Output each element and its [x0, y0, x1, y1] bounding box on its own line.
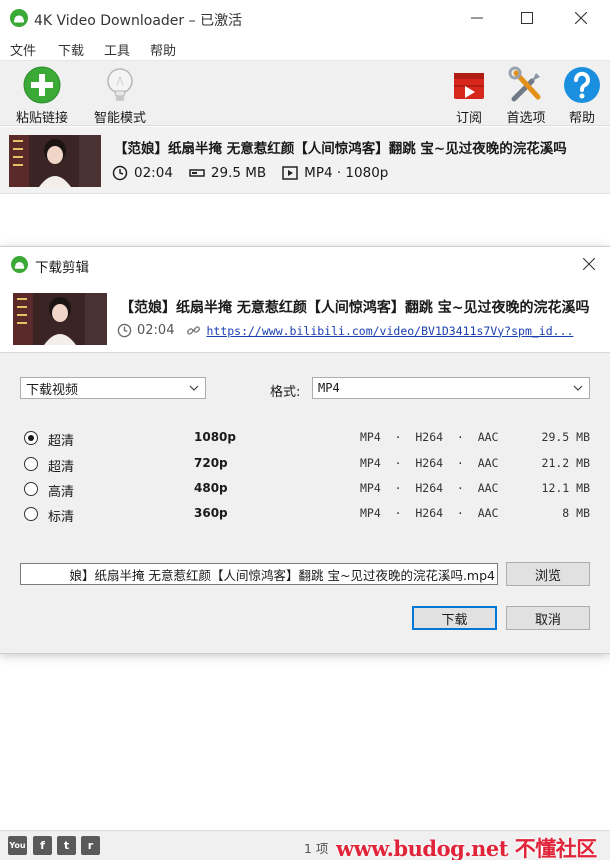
quality-radio[interactable] [24, 457, 38, 471]
download-button[interactable]: 下载 [412, 606, 497, 630]
clock-icon [117, 323, 132, 338]
menu-tools[interactable]: 工具 [104, 40, 130, 59]
thumbnail-image [9, 135, 101, 187]
quality-radio[interactable] [24, 482, 38, 496]
chevron-down-icon [189, 385, 199, 391]
close-icon [583, 258, 595, 270]
help-button[interactable]: 帮助 [545, 65, 610, 126]
smart-mode-button[interactable]: 智能模式 [83, 65, 157, 126]
app-logo-icon [10, 9, 28, 27]
lightbulb-icon [107, 68, 133, 101]
quality-label: 高清 [48, 485, 75, 500]
quality-radio[interactable] [24, 431, 38, 445]
maximize-icon [521, 12, 533, 24]
download-meta: 02:04 29.5 MB MP4 · 1080p [112, 165, 388, 181]
link-icon [187, 326, 201, 335]
help-label: 帮助 [568, 111, 595, 126]
download-size: 29.5 MB [210, 165, 267, 181]
codec-label: MP4 · H264 · AAC [360, 456, 499, 470]
save-path-value: 娘】纸扇半掩 无意惹红颜【人间惊鸿客】翻跳 宝~见过夜晚的浣花溪吗.mp4 [69, 567, 495, 583]
download-format: MP4 · 1080p [304, 165, 389, 181]
quality-label: 超清 [48, 460, 75, 475]
minimize-icon [471, 17, 483, 19]
video-thumbnail [9, 135, 101, 187]
dialog-close-button[interactable] [576, 253, 602, 275]
download-type-value: 下载视频 [26, 382, 79, 398]
filesize-icon [189, 169, 205, 177]
quality-label: 标清 [48, 510, 75, 525]
download-clip-dialog: 下载剪辑 【范娘】纸扇半掩 无意惹红颜【人间惊鸿客】翻跳 宝~见过夜晚的浣花溪吗… [0, 247, 610, 653]
paste-link-button[interactable]: 粘贴链接 [5, 65, 79, 126]
download-item[interactable]: 【范娘】纸扇半掩 无意惹红颜【人间惊鸿客】翻跳 宝~见过夜晚的浣花溪吗 02:0… [0, 127, 610, 194]
resolution-label: 480p [194, 481, 228, 495]
size-label: 21.2 MB [541, 456, 590, 470]
quality-option-360p[interactable]: 标清 360p MP4 · H264 · AAC 8 MB [24, 504, 596, 525]
resolution-label: 720p [194, 456, 228, 470]
menu-file[interactable]: 文件 [10, 40, 36, 59]
reddit-social-icon[interactable]: r [81, 836, 100, 855]
size-label: 12.1 MB [541, 481, 590, 495]
app-logo-icon [11, 256, 28, 273]
clock-icon [112, 165, 128, 181]
format-value: MP4 [318, 381, 340, 395]
tools-icon [508, 66, 541, 102]
resolution-label: 360p [194, 506, 228, 520]
facebook-social-icon[interactable]: f [33, 836, 52, 855]
smart-mode-label: 智能模式 [93, 111, 146, 126]
youtube-subscribe-icon [454, 73, 484, 99]
format-select[interactable]: MP4 [312, 377, 590, 399]
download-title: 【范娘】纸扇半掩 无意惹红颜【人间惊鸿客】翻跳 宝~见过夜晚的浣花溪吗 [114, 141, 567, 157]
toolbar: 粘贴链接 智能模式 订阅 首选项 帮助 [0, 60, 610, 126]
download-type-select[interactable]: 下载视频 [20, 377, 206, 399]
subscribe-label: 订阅 [455, 111, 482, 126]
twitter-social-icon[interactable]: t [57, 836, 76, 855]
menu-help[interactable]: 帮助 [150, 40, 176, 59]
item-count: 1 项 [304, 841, 329, 856]
maximize-button[interactable] [502, 0, 552, 36]
preferences-label: 首选项 [506, 111, 546, 126]
quality-option-1080p[interactable]: 超清 1080p MP4 · H264 · AAC 29.5 MB [24, 428, 596, 449]
format-label: 格式: [270, 385, 301, 400]
dialog-video-thumbnail [13, 293, 107, 345]
dialog-video-meta: 02:04 https://www.bilibili.com/video/BV1… [117, 323, 573, 338]
statusbar: You f t r 1 项 www.budog.net 不懂社区 [0, 830, 610, 860]
close-button[interactable] [556, 0, 606, 36]
size-label: 29.5 MB [541, 430, 590, 444]
question-circle-icon [564, 67, 600, 103]
window-title: 4K Video Downloader – 已激活 [34, 13, 243, 29]
dialog-titlebar: 下载剪辑 [0, 247, 610, 281]
thumbnail-image [13, 293, 107, 345]
quality-radio[interactable] [24, 507, 38, 521]
menubar: 文件 下载 工具 帮助 [0, 36, 610, 60]
chevron-down-icon [573, 385, 583, 391]
plus-circle-icon [23, 66, 61, 104]
dialog-title: 下载剪辑 [35, 260, 89, 276]
quality-option-720p[interactable]: 超清 720p MP4 · H264 · AAC 21.2 MB [24, 454, 596, 475]
codec-label: MP4 · H264 · AAC [360, 506, 499, 520]
quality-option-480p[interactable]: 高清 480p MP4 · H264 · AAC 12.1 MB [24, 479, 596, 500]
codec-label: MP4 · H264 · AAC [360, 430, 499, 444]
dialog-video-duration: 02:04 [137, 323, 175, 338]
save-path-input[interactable]: 娘】纸扇半掩 无意惹红颜【人间惊鸿客】翻跳 宝~见过夜晚的浣花溪吗.mp4 [20, 563, 498, 585]
main-titlebar: 4K Video Downloader – 已激活 [0, 0, 610, 36]
size-label: 8 MB [562, 506, 590, 520]
dialog-video-title: 【范娘】纸扇半掩 无意惹红颜【人间惊鸿客】翻跳 宝~见过夜晚的浣花溪吗 [120, 300, 590, 316]
close-icon [575, 12, 587, 24]
menu-download[interactable]: 下载 [58, 40, 84, 59]
dialog-video-header: 【范娘】纸扇半掩 无意惹红颜【人间惊鸿客】翻跳 宝~见过夜晚的浣花溪吗 02:0… [0, 281, 610, 353]
resolution-label: 1080p [194, 430, 236, 444]
quality-label: 超清 [48, 434, 75, 449]
site-watermark: www.budog.net 不懂社区 [336, 836, 597, 860]
paste-link-label: 粘贴链接 [15, 111, 68, 126]
video-url-link[interactable]: https://www.bilibili.com/video/BV1D3411s… [206, 324, 573, 338]
browse-button[interactable]: 浏览 [506, 562, 590, 586]
download-duration: 02:04 [134, 165, 173, 181]
youtube-social-icon[interactable]: You [8, 836, 27, 855]
minimize-button[interactable] [452, 0, 502, 36]
video-format-icon [282, 166, 298, 180]
cancel-button[interactable]: 取消 [506, 606, 590, 630]
codec-label: MP4 · H264 · AAC [360, 481, 499, 495]
